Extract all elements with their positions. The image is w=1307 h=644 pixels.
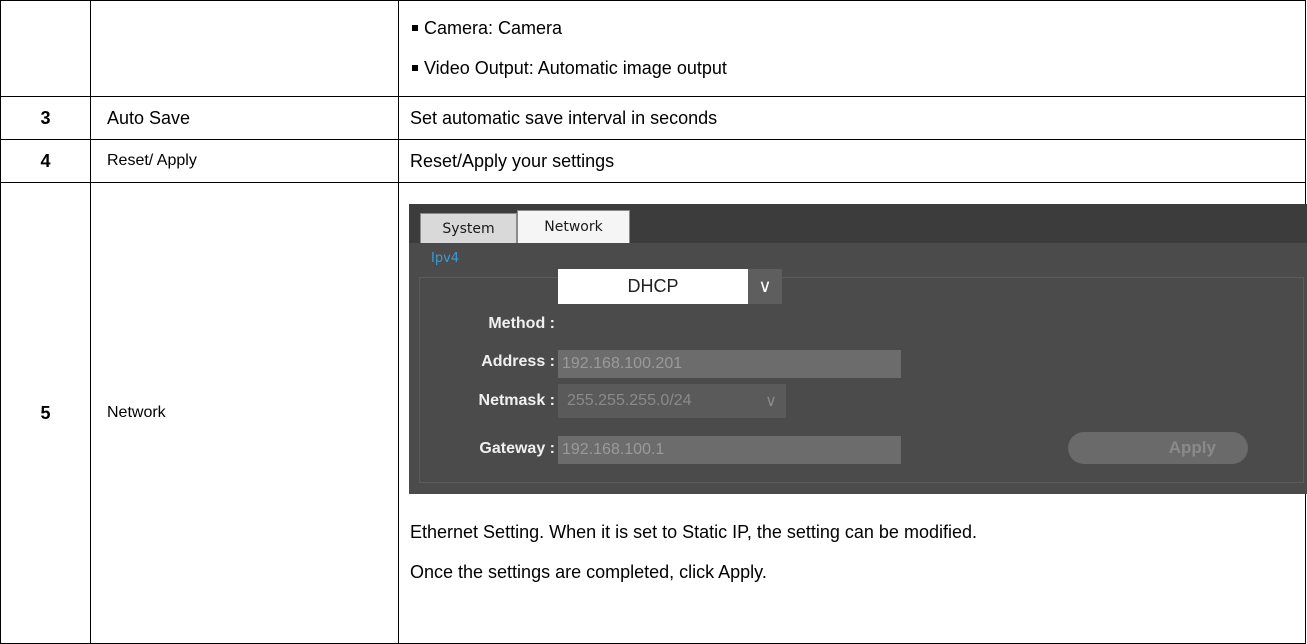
- cell-description: Camera: Camera Video Output: Automatic i…: [398, 0, 1306, 97]
- cell-name: Network: [90, 182, 399, 644]
- ipv4-group-label: Ipv4: [431, 251, 460, 266]
- cell-number: 3: [0, 96, 91, 140]
- cell-name: Auto Save: [90, 96, 399, 140]
- method-select[interactable]: DHCP: [558, 269, 748, 304]
- network-settings-screenshot: System Network Ipv4 Method : DHCP ∨ Addr…: [409, 204, 1307, 494]
- bullet-text: Video Output: Automatic image output: [424, 58, 727, 78]
- settings-table: Camera: Camera Video Output: Automatic i…: [0, 0, 1307, 644]
- table-row-continuation: Camera: Camera Video Output: Automatic i…: [0, 0, 1306, 97]
- gateway-field[interactable]: 192.168.100.1: [558, 436, 901, 464]
- tab-network[interactable]: Network: [517, 210, 630, 244]
- table-row-network: 5 Network System Network Ipv4 Method : D…: [0, 182, 1307, 644]
- bullet-text: Camera: Camera: [424, 18, 563, 38]
- cell-name: [90, 0, 399, 97]
- chevron-down-icon[interactable]: ∨: [748, 269, 782, 304]
- method-label: Method :: [488, 315, 555, 332]
- cell-description: System Network Ipv4 Method : DHCP ∨ Addr…: [398, 182, 1307, 644]
- cell-number: [0, 0, 91, 97]
- network-description-apply: Once the settings are completed, click A…: [410, 562, 767, 582]
- bullet-icon: [412, 64, 418, 71]
- bullet-icon: [412, 24, 418, 31]
- tab-system[interactable]: System: [420, 213, 517, 244]
- address-label: Address :: [481, 353, 555, 370]
- address-field[interactable]: 192.168.100.201: [558, 350, 901, 378]
- cell-description: Reset/Apply your settings: [398, 139, 1306, 183]
- apply-button[interactable]: Apply: [1068, 432, 1248, 464]
- cell-number: 5: [0, 182, 91, 644]
- table-row-reset-apply: 4 Reset/ Apply Reset/Apply your settings: [0, 139, 1306, 183]
- bullet-item: Video Output: Automatic image output: [410, 48, 1305, 88]
- cell-number: 4: [0, 139, 91, 183]
- netmask-label: Netmask :: [478, 392, 555, 409]
- gateway-label: Gateway :: [479, 440, 555, 457]
- cell-description: Set automatic save interval in seconds: [398, 96, 1306, 140]
- cell-name: Reset/ Apply: [90, 139, 399, 183]
- network-description: Ethernet Setting. When it is set to Stat…: [410, 522, 977, 542]
- table-row-auto-save: 3 Auto Save Set automatic save interval …: [0, 96, 1306, 140]
- chevron-down-icon[interactable]: ∨: [759, 384, 783, 418]
- bullet-item: Camera: Camera: [410, 8, 1305, 48]
- netmask-select[interactable]: 255.255.255.0/24: [558, 384, 786, 418]
